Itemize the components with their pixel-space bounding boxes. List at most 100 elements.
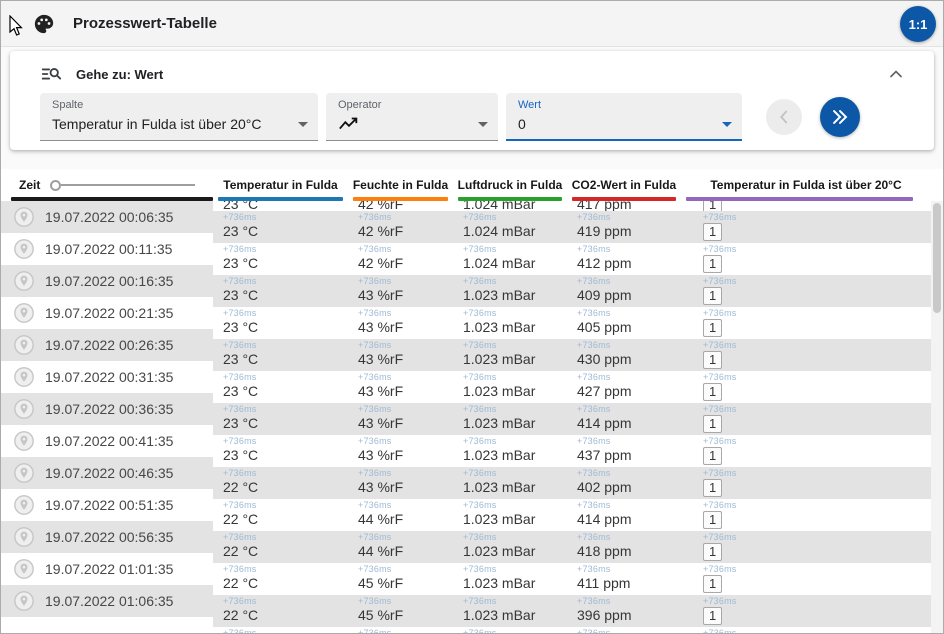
location-pin-icon xyxy=(14,559,34,579)
value-cell: +736ms 1.023 mBar xyxy=(453,307,567,339)
previous-button[interactable] xyxy=(766,99,802,135)
table-row-time[interactable]: 19.07.2022 00:06:35 xyxy=(1,201,213,233)
bool-value-box: 1 xyxy=(703,255,723,273)
measurement-value: 23 °C xyxy=(223,201,259,211)
column-header-4[interactable]: CO2-Wert in Fulda xyxy=(567,169,681,201)
table-row-values[interactable]: +736ms23 °C+736ms42 %rF+736ms1.024 mBar+… xyxy=(213,201,931,211)
bool-value-box: 1 xyxy=(703,415,723,433)
ms-offset-label: +736ms xyxy=(577,404,611,414)
table-row-values[interactable]: +736ms 23 °C +736ms 43 %rF +736ms 1.023 mBar +… xyxy=(213,275,931,307)
ms-offset-label: +736ms xyxy=(223,340,257,350)
table-row-time[interactable]: 19.07.2022 01:06:35 xyxy=(1,585,213,617)
measurement-value: 1.023 mBar xyxy=(463,415,536,431)
table-row-values[interactable]: +736ms 23 °C +736ms 43 %rF +736ms 1.023 mBar +… xyxy=(213,371,931,403)
table-row-values[interactable]: +736ms 23 °C +736ms 43 %rF +736ms 1.023 mBar +… xyxy=(213,435,931,467)
measurement-value: 427 ppm xyxy=(577,383,632,399)
table-row-time[interactable]: 19.07.2022 00:46:35 xyxy=(1,457,213,489)
wert-input[interactable]: Wert 0 xyxy=(506,93,742,141)
column-header-3[interactable]: Luftdruck in Fulda xyxy=(453,169,567,201)
ms-offset-label: +736ms xyxy=(463,596,497,606)
column-color-bar xyxy=(353,197,448,201)
table-row-values[interactable]: +736ms 22 °C +736ms 43 %rF +736ms 1.023 mBar +… xyxy=(213,467,931,499)
column-header-2[interactable]: Feuchte in Fulda xyxy=(348,169,453,201)
ms-offset-label: +736ms xyxy=(703,372,737,382)
ms-offset-label: +736ms xyxy=(703,500,737,510)
time-range-slider[interactable] xyxy=(50,179,195,191)
table-row-values[interactable]: +736ms 22 °C +736ms 44 %rF +736ms 1.023 mBar +… xyxy=(213,499,931,531)
ms-offset-label: +736ms xyxy=(463,436,497,446)
table-row-time[interactable]: 19.07.2022 00:11:35 xyxy=(1,233,213,265)
value-cell: +736ms xyxy=(681,627,931,633)
value-cell: +736ms 1.023 mBar xyxy=(453,563,567,595)
chevron-up-icon[interactable] xyxy=(886,64,906,84)
table-row-values[interactable]: +736ms 22 °C +736ms 45 %rF +736ms 1.023 mBar +… xyxy=(213,563,931,595)
table-row-time[interactable]: 19.07.2022 00:16:35 xyxy=(1,265,213,297)
table-row-time[interactable]: 19.07.2022 00:41:35 xyxy=(1,425,213,457)
slider-knob[interactable] xyxy=(50,179,62,191)
measurement-value: 44 %rF xyxy=(358,543,404,559)
table-row-time[interactable]: 19.07.2022 00:36:35 xyxy=(1,393,213,425)
measurement-value: 42 %rF xyxy=(358,201,404,211)
table-row-time[interactable]: 19.07.2022 00:26:35 xyxy=(1,329,213,361)
value-cell: +736ms1 xyxy=(681,243,931,275)
measurement-value: 414 ppm xyxy=(577,415,632,431)
measurement-value: 1.023 mBar xyxy=(463,575,536,591)
measurement-value: 1.024 mBar xyxy=(463,255,536,271)
value-cell: +736ms 1.023 mBar xyxy=(453,467,567,499)
value-cell: +736ms 1.023 mBar xyxy=(453,531,567,563)
table-row-values[interactable]: +736ms23 °C+736ms42 %rF+736ms1.024 mBar+… xyxy=(213,243,931,275)
table-row-time[interactable]: 19.07.2022 00:31:35 xyxy=(1,361,213,393)
value-cell: +736ms 44 %rF xyxy=(348,499,453,531)
column-header-1[interactable]: Temperatur in Fulda xyxy=(213,169,348,201)
value-cell: +736ms1 xyxy=(681,467,931,499)
ms-offset-label: +736ms xyxy=(223,372,257,382)
table-row-values[interactable]: +736ms +736ms +736ms +736ms +736ms xyxy=(213,627,931,633)
measurement-value: 1.023 mBar xyxy=(463,479,536,495)
value-cell: +736ms23 °C xyxy=(213,275,348,307)
bool-value-box: 1 xyxy=(703,201,723,211)
value-cell: +736ms 402 ppm xyxy=(567,467,681,499)
location-pin-icon xyxy=(14,367,34,387)
column-header-5[interactable]: Temperatur in Fulda ist über 20°C xyxy=(681,169,931,201)
zoom-ratio-badge[interactable]: 1:1 xyxy=(900,6,936,42)
spalte-select[interactable]: Spalte Temperatur in Fulda ist über 20°C xyxy=(40,93,318,141)
next-button[interactable] xyxy=(820,97,860,137)
palette-icon[interactable] xyxy=(33,13,55,35)
ms-offset-label: +736ms xyxy=(223,628,257,633)
value-cell: +736ms 1.023 mBar xyxy=(453,403,567,435)
value-cell: +736ms 411 ppm xyxy=(567,563,681,595)
ms-offset-label: +736ms xyxy=(463,468,497,478)
wert-value: 0 xyxy=(518,116,526,132)
table-row-values[interactable]: +736ms23 °C+736ms42 %rF+736ms1.024 mBar+… xyxy=(213,211,931,243)
scrollbar-thumb[interactable] xyxy=(933,203,941,313)
measurement-value: 42 %rF xyxy=(358,255,404,271)
column-header-zeit[interactable]: Zeit xyxy=(1,169,213,201)
table-row-time[interactable]: 19.07.2022 01:01:35 xyxy=(1,553,213,585)
column-header-label: Luftdruck in Fulda xyxy=(457,178,563,192)
timestamp: 19.07.2022 00:11:35 xyxy=(45,241,173,257)
table-row-values[interactable]: +736ms 22 °C +736ms 45 %rF +736ms 1.023 mBar +… xyxy=(213,595,931,627)
spalte-label: Spalte xyxy=(52,99,84,111)
ms-offset-label: +736ms xyxy=(577,244,611,254)
time-column: 19.07.2022 00:06:35 19.07.2022 00:11:35 19… xyxy=(1,201,213,617)
ms-offset-label: +736ms xyxy=(703,212,737,222)
table-row-values[interactable]: +736ms 23 °C +736ms 43 %rF +736ms 1.023 mBar +… xyxy=(213,403,931,435)
table-row-time[interactable]: 19.07.2022 00:51:35 xyxy=(1,489,213,521)
value-cell: +736ms1 xyxy=(681,307,931,339)
table-row-values[interactable]: +736ms 23 °C +736ms 43 %rF +736ms 1.023 mBar +… xyxy=(213,339,931,371)
table-row-values[interactable]: +736ms 23 °C +736ms 43 %rF +736ms 1.023 mBar +… xyxy=(213,307,931,339)
operator-select[interactable]: Operator xyxy=(326,93,498,141)
ms-offset-label: +736ms xyxy=(358,468,392,478)
table-row-time[interactable]: 19.07.2022 00:56:35 xyxy=(1,521,213,553)
vertical-scrollbar[interactable] xyxy=(931,201,943,633)
measurement-value: 22 °C xyxy=(223,479,259,495)
ms-offset-label: +736ms xyxy=(577,596,611,606)
location-pin-icon xyxy=(14,591,34,611)
table-row-values[interactable]: +736ms 22 °C +736ms 44 %rF +736ms 1.023 mBar +… xyxy=(213,531,931,563)
ms-offset-label: +736ms xyxy=(577,340,611,350)
measurement-value: 417 ppm xyxy=(577,201,632,211)
ms-offset-label: +736ms xyxy=(463,340,497,350)
table-row-time[interactable]: 19.07.2022 00:21:35 xyxy=(1,297,213,329)
ms-offset-label: +736ms xyxy=(223,564,257,574)
ms-offset-label: +736ms xyxy=(463,308,497,318)
